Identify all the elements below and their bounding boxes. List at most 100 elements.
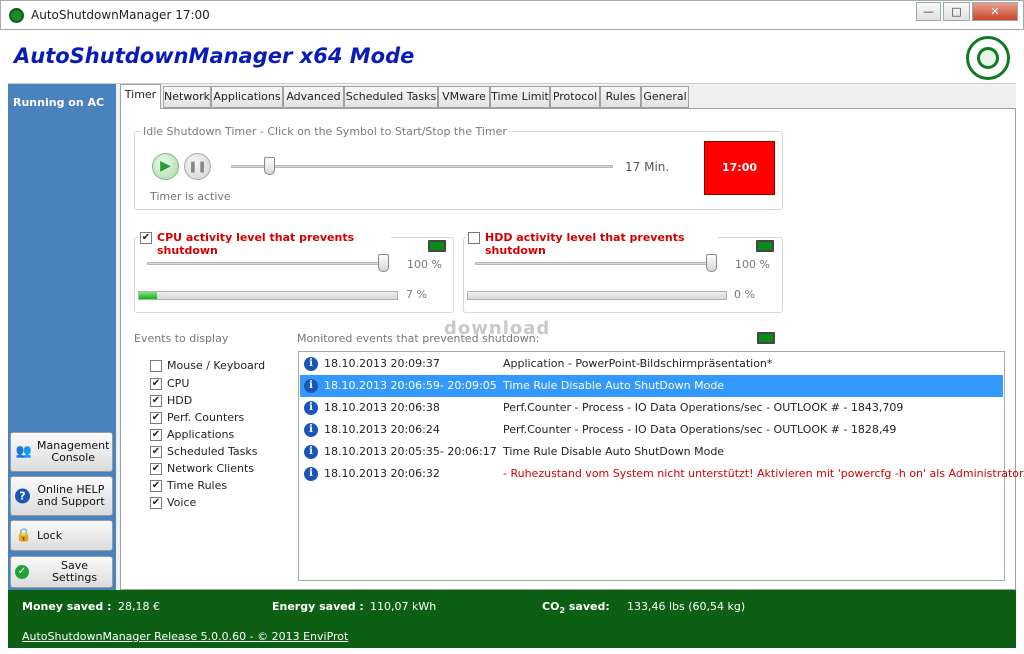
- info-icon: i: [304, 401, 318, 415]
- event-checkbox[interactable]: ✔: [150, 446, 162, 458]
- event-time: 18.10.2013 20:06:59- 20:09:05: [324, 379, 497, 392]
- timer-display[interactable]: 17:00: [704, 141, 775, 195]
- timer-slider-thumb[interactable]: [264, 157, 276, 175]
- lock-icon: 🔒: [15, 527, 33, 543]
- button-label: and Support: [37, 495, 105, 508]
- tab-rules[interactable]: Rules: [600, 86, 641, 108]
- event-label: Mouse / Keyboard: [167, 359, 266, 372]
- co2-saved-value: 133,46 lbs (60,54 kg): [627, 600, 746, 613]
- users-icon: 👥: [15, 444, 33, 459]
- tab-advanced[interactable]: Advanced: [283, 86, 344, 108]
- tab-applications[interactable]: Applications: [211, 86, 283, 108]
- help-icon: ?: [15, 488, 30, 504]
- power-logo-icon: [966, 36, 1010, 80]
- event-checkbox[interactable]: ✔: [150, 497, 162, 509]
- maximize-icon[interactable]: □: [943, 2, 970, 21]
- tab-general[interactable]: General: [641, 86, 689, 108]
- cpu-threshold-thumb[interactable]: [378, 254, 389, 272]
- monitored-label: Monitored events that prevented shutdown…: [297, 332, 540, 345]
- event-label: CPU: [167, 377, 190, 390]
- hdd-usage-value: 0 %: [734, 288, 755, 301]
- savings-footer: Money saved : 28,18 € Energy saved : 110…: [8, 590, 1016, 648]
- event-label: Perf. Counters: [167, 411, 245, 424]
- event-time: 18.10.2013 20:06:38: [324, 401, 440, 414]
- tab-time-limit[interactable]: Time Limit: [490, 86, 550, 108]
- event-cpu[interactable]: ✔ CPU: [150, 376, 290, 392]
- events-checklist: Mouse / Keyboard ✔ CPU ✔ HDD ✔ Perf. Counte…: [150, 358, 290, 518]
- event-scheduled-tasks[interactable]: ✔ Scheduled Tasks: [150, 444, 290, 460]
- idle-timer-group: [134, 131, 783, 210]
- hdd-checkbox[interactable]: [468, 232, 480, 244]
- event-row[interactable]: i 18.10.2013 20:05:35- 20:06:17 Time Rule …: [300, 441, 1003, 463]
- event-message: Perf.Counter - Process - IO Data Operati…: [503, 423, 897, 436]
- event-checkbox[interactable]: ✔: [150, 378, 162, 390]
- event-time: 18.10.2013 20:06:24: [324, 423, 440, 436]
- co2-suffix: saved:: [565, 600, 610, 613]
- monitored-led-icon: [757, 332, 775, 344]
- close-icon[interactable]: ✕: [972, 2, 1018, 21]
- event-hdd[interactable]: ✔ HDD: [150, 393, 290, 409]
- tab-protocol[interactable]: Protocol: [550, 86, 600, 108]
- minimize-icon[interactable]: —: [916, 2, 941, 21]
- cpu-usage-fill: [139, 292, 158, 299]
- co2-saved-label: CO2 saved:: [542, 600, 610, 615]
- event-voice[interactable]: ✔ Voice: [150, 495, 290, 511]
- event-checkbox[interactable]: ✔: [150, 463, 162, 475]
- sidebar: Running on AC 👥 Management Console ? Onli…: [8, 84, 116, 590]
- tab-network[interactable]: Network: [163, 86, 211, 108]
- tab-scheduled-tasks[interactable]: Scheduled Tasks: [344, 86, 438, 108]
- info-icon: i: [304, 445, 318, 459]
- cpu-led-icon: [428, 240, 446, 252]
- tab-vmware[interactable]: VMware: [438, 86, 490, 108]
- event-row[interactable]: i 18.10.2013 20:06:24 Perf.Counter - Proce…: [300, 419, 1003, 441]
- timer-slider-track[interactable]: [231, 165, 613, 168]
- event-row[interactable]: i 18.10.2013 20:06:38 Perf.Counter - Proce…: [300, 397, 1003, 419]
- event-time-rules[interactable]: ✔ Time Rules: [150, 478, 290, 494]
- save-settings-button[interactable]: ✓ Save Settings: [10, 556, 113, 588]
- event-perf-counters[interactable]: ✔ Perf. Counters: [150, 410, 290, 426]
- event-row[interactable]: i 18.10.2013 20:06:59- 20:09:05 Time Rule …: [300, 375, 1003, 397]
- events-label: Events to display: [134, 332, 229, 345]
- event-checkbox[interactable]: [150, 360, 162, 372]
- event-checkbox[interactable]: ✔: [150, 412, 162, 424]
- online-help-button[interactable]: ? Online HELP and Support: [10, 476, 113, 516]
- money-saved-value: 28,18 €: [118, 600, 160, 613]
- event-time: 18.10.2013 20:09:37: [324, 357, 440, 370]
- event-label: Applications: [167, 428, 235, 441]
- cpu-threshold-value: 100 %: [407, 258, 442, 271]
- title-bar: AutoShutdownManager 17:00 — □ ✕: [0, 0, 1024, 30]
- hdd-group-header: HDD activity level that prevents shutdow…: [466, 231, 718, 257]
- event-checkbox[interactable]: ✔: [150, 480, 162, 492]
- event-row[interactable]: i 18.10.2013 20:06:32 - Ruhezustand vom S…: [300, 463, 1024, 485]
- event-applications[interactable]: ✔ Applications: [150, 427, 290, 443]
- event-mouse-keyboard[interactable]: Mouse / Keyboard: [150, 358, 290, 374]
- check-icon: ✓: [15, 565, 29, 579]
- event-message: Application - PowerPoint-Bildschirmpräse…: [503, 357, 773, 370]
- cpu-checkbox[interactable]: ✔: [140, 232, 152, 244]
- idle-timer-group-label: Idle Shutdown Timer - Click on the Symbo…: [141, 125, 509, 138]
- tab-timer[interactable]: Timer: [120, 84, 161, 109]
- pause-icon[interactable]: ❚❚: [184, 153, 211, 180]
- event-message: Time Rule Disable Auto ShutDown Mode: [503, 445, 725, 458]
- monitored-events-list[interactable]: i 18.10.2013 20:09:37 Application - PowerP…: [298, 351, 1024, 581]
- hdd-threshold-value: 100 %: [735, 258, 770, 271]
- hdd-label: HDD activity level that prevents shutdow…: [485, 231, 685, 257]
- play-icon[interactable]: ▶: [152, 153, 179, 180]
- hdd-threshold-thumb[interactable]: [706, 254, 717, 272]
- info-icon: i: [304, 423, 318, 437]
- event-label: HDD: [167, 394, 193, 407]
- event-checkbox[interactable]: ✔: [150, 395, 162, 407]
- window-title: AutoShutdownManager 17:00: [31, 8, 210, 22]
- management-console-button[interactable]: 👥 Management Console: [10, 432, 113, 472]
- event-network-clients[interactable]: ✔ Network Clients: [150, 461, 290, 477]
- hdd-threshold-track[interactable]: [475, 262, 717, 265]
- event-row[interactable]: i 18.10.2013 20:09:37 Application - PowerP…: [300, 353, 1003, 375]
- cpu-usage-value: 7 %: [406, 288, 427, 301]
- timer-value: 17 Min.: [625, 160, 670, 174]
- cpu-threshold-track[interactable]: [147, 262, 389, 265]
- app-icon: [9, 8, 24, 23]
- event-checkbox[interactable]: ✔: [150, 429, 162, 441]
- release-link[interactable]: AutoShutdownManager Release 5.0.0.60 - ©…: [22, 630, 348, 643]
- lock-button[interactable]: 🔒 Lock: [10, 520, 113, 551]
- button-label: Lock: [37, 528, 63, 542]
